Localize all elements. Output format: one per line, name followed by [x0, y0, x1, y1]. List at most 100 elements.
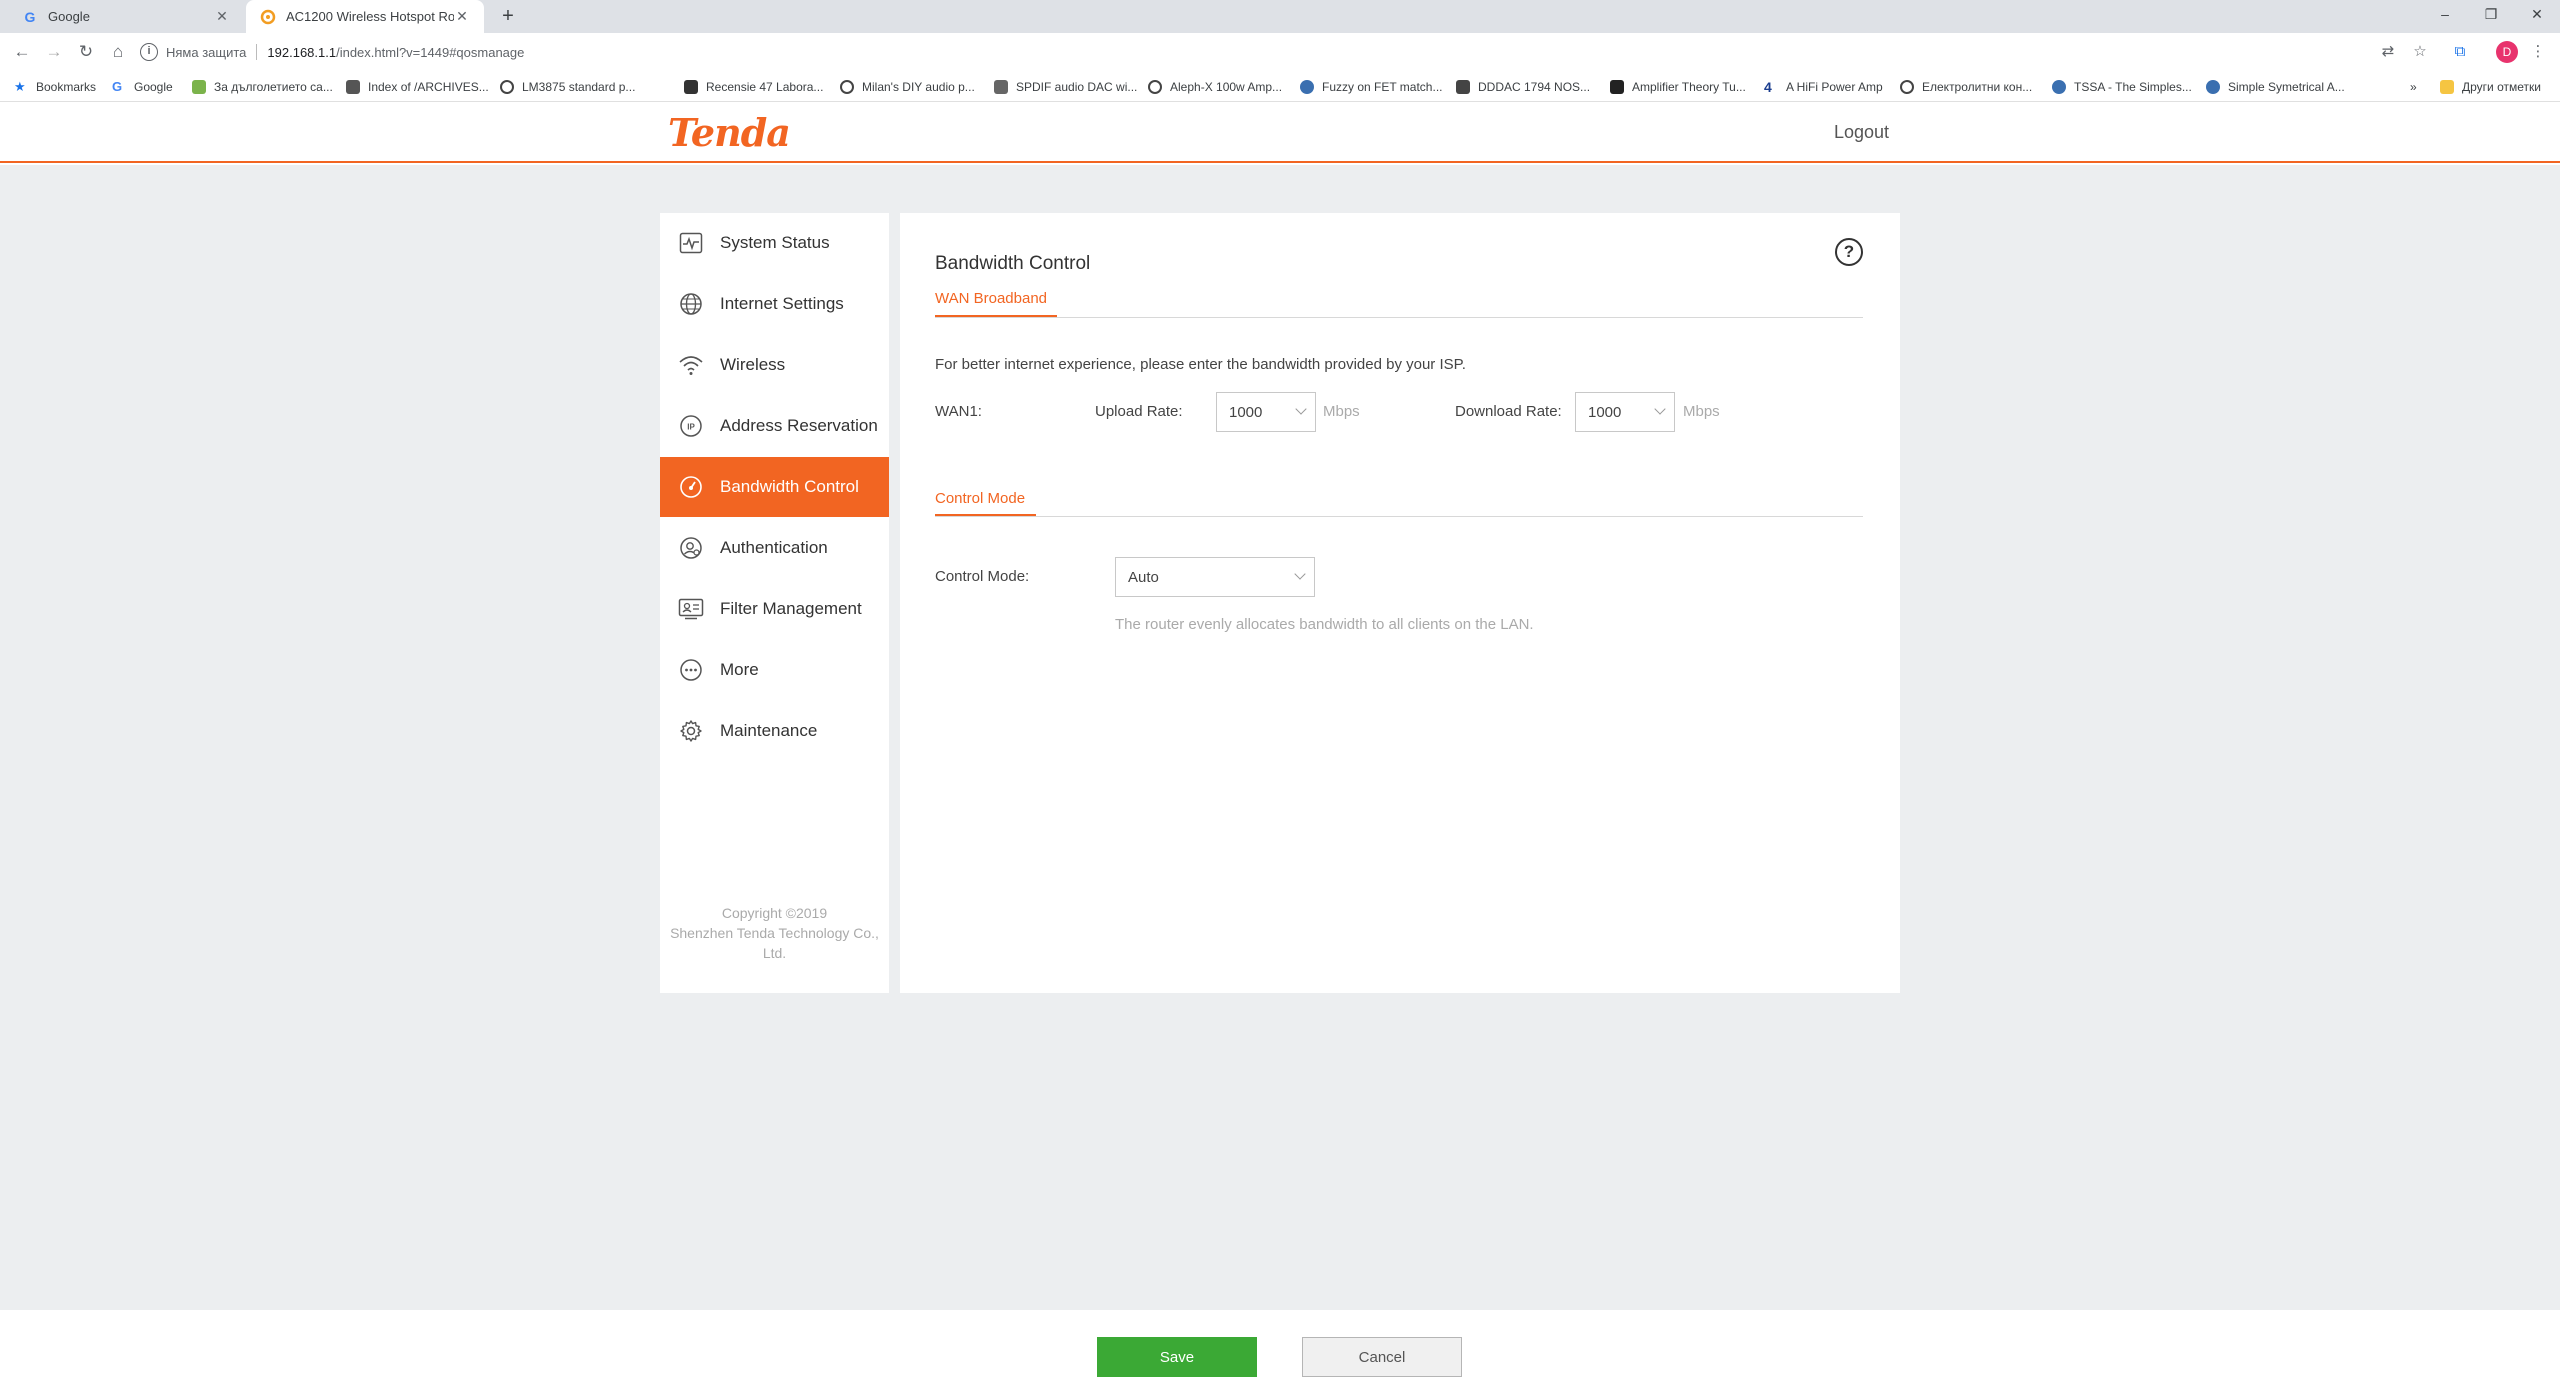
globe-icon	[678, 291, 704, 317]
tenda-logo: Tenda	[668, 110, 791, 155]
bookmark-favicon-icon	[1456, 80, 1470, 94]
sidebar-item-address-reservation[interactable]: IP Address Reservation	[660, 396, 889, 456]
bookmarks-overflow-icon[interactable]: »	[2410, 78, 2417, 96]
chevron-down-icon	[1295, 403, 1307, 415]
auth-icon	[678, 535, 704, 561]
divider	[256, 44, 258, 60]
url-path: /index.html?v=1449#qosmanage	[336, 44, 525, 60]
folder-icon	[2440, 80, 2454, 94]
bookmark-favicon-icon	[2206, 80, 2220, 94]
pulse-icon	[678, 230, 704, 256]
divider	[935, 516, 1863, 517]
tab-control-mode[interactable]: Control Mode	[935, 490, 1025, 507]
star-icon[interactable]: ☆	[2408, 40, 2432, 64]
download-rate-label: Download Rate:	[1455, 403, 1562, 420]
browser-tab-google[interactable]: G Google ✕	[8, 0, 244, 33]
bookmark-favicon-icon	[1610, 80, 1624, 94]
chevron-down-icon	[1654, 403, 1666, 415]
svg-text:IP: IP	[687, 423, 695, 432]
minimize-icon[interactable]: –	[2422, 0, 2468, 30]
bandwidth-description: For better internet experience, please e…	[935, 356, 1466, 373]
bookmark-item[interactable]: Fuzzy on FET match...	[1300, 78, 1442, 96]
bookmark-item[interactable]: G Google	[112, 78, 173, 96]
sidebar-item-bandwidth-control[interactable]: Bandwidth Control	[660, 457, 889, 517]
sidebar-item-authentication[interactable]: Authentication	[660, 518, 889, 578]
bookmark-item[interactable]: Milan's DIY audio p...	[840, 78, 975, 96]
info-icon[interactable]: i	[140, 43, 158, 61]
window-close-icon[interactable]: ✕	[2514, 0, 2560, 30]
bookmark-item[interactable]: SPDIF audio DAC wi...	[994, 78, 1137, 96]
sidebar-item-system-status[interactable]: System Status	[660, 213, 889, 273]
tab-wan-broadband[interactable]: WAN Broadband	[935, 290, 1047, 307]
upload-unit: Mbps	[1323, 403, 1360, 420]
upload-rate-select[interactable]: 1000	[1216, 392, 1316, 432]
bookmark-item[interactable]: TSSA - The Simples...	[2052, 78, 2192, 96]
other-bookmarks[interactable]: Други отметки	[2440, 78, 2541, 96]
close-icon[interactable]: ✕	[454, 8, 470, 25]
menu-kebab-icon[interactable]: ⋮	[2526, 40, 2550, 64]
gear-icon	[678, 718, 704, 744]
new-tab-icon[interactable]: +	[496, 6, 520, 28]
security-label: Няма защита	[166, 44, 247, 60]
sidebar-item-internet-settings[interactable]: Internet Settings	[660, 274, 889, 334]
wan-label: WAN1:	[935, 403, 982, 420]
more-icon	[678, 657, 704, 683]
logout-link[interactable]: Logout	[1834, 122, 1889, 143]
globe-icon	[840, 80, 854, 94]
address-bar[interactable]: i Няма защита 192.168.1.1/index.html?v=1…	[140, 37, 2400, 67]
close-icon[interactable]: ✕	[214, 8, 230, 25]
sidebar: System Status Internet Settings Wireless…	[660, 213, 889, 993]
globe-icon	[1900, 80, 1914, 94]
avatar[interactable]: D	[2496, 41, 2518, 63]
bookmark-item[interactable]: За дълголетието са...	[192, 78, 333, 96]
restore-icon[interactable]: ❐	[2468, 0, 2514, 30]
bookmark-item[interactable]: Recensie 47 Labora...	[684, 78, 823, 96]
bookmark-item[interactable]: LM3875 standard p...	[500, 78, 635, 96]
control-mode-select[interactable]: Auto	[1115, 557, 1315, 597]
home-icon[interactable]: ⌂	[106, 40, 130, 64]
save-button[interactable]: Save	[1097, 1337, 1257, 1377]
extension-icon[interactable]: ⧉	[2448, 40, 2472, 64]
bookmark-item[interactable]: DDDAC 1794 NOS...	[1456, 78, 1590, 96]
tab-title: Google	[48, 9, 90, 24]
control-mode-label: Control Mode:	[935, 568, 1030, 585]
google-icon: G	[24, 8, 36, 25]
bookmark-favicon-icon	[684, 80, 698, 94]
cancel-button[interactable]: Cancel	[1302, 1337, 1462, 1377]
bookmark-favicon-icon: 4	[1764, 79, 1772, 95]
bookmark-item[interactable]: ★ Bookmarks	[14, 78, 96, 96]
browser-tabstrip: G Google ✕ AC1200 Wireless Hotspot Route…	[0, 0, 2560, 33]
sidebar-item-filter-management[interactable]: Filter Management	[660, 579, 889, 639]
chevron-down-icon	[1294, 568, 1306, 580]
help-icon[interactable]: ?	[1835, 238, 1863, 266]
sidebar-item-wireless[interactable]: Wireless	[660, 335, 889, 395]
tab-underline	[935, 315, 1057, 317]
forward-icon[interactable]: →	[42, 40, 66, 64]
reload-icon[interactable]: ↻	[74, 40, 98, 64]
content-panel: Bandwidth Control ? WAN Broadband For be…	[900, 213, 1900, 993]
download-unit: Mbps	[1683, 403, 1720, 420]
bookmark-item[interactable]: 4A HiFi Power Amp	[1764, 78, 1883, 96]
browser-tab-router[interactable]: AC1200 Wireless Hotspot Router ✕	[246, 0, 484, 33]
bookmark-item[interactable]: Aleph-X 100w Amp...	[1148, 78, 1282, 96]
tab-underline	[935, 514, 1036, 516]
bookmark-item[interactable]: Amplifier Theory Tu...	[1610, 78, 1746, 96]
bookmark-favicon-icon	[994, 80, 1008, 94]
download-rate-select[interactable]: 1000	[1575, 392, 1675, 432]
ip-icon: IP	[678, 413, 704, 439]
bookmark-favicon-icon	[1300, 80, 1314, 94]
bookmark-favicon-icon	[2052, 80, 2066, 94]
bookmark-item[interactable]: Index of /ARCHIVES...	[346, 78, 489, 96]
upload-rate-label: Upload Rate:	[1095, 403, 1183, 420]
translate-icon[interactable]: ⇄	[2376, 40, 2400, 64]
bookmark-item[interactable]: Електролитни кон...	[1900, 78, 2032, 96]
tab-title: AC1200 Wireless Hotspot Router	[286, 9, 454, 24]
bookmark-item[interactable]: Simple Symetrical A...	[2206, 78, 2345, 96]
divider	[935, 317, 1863, 318]
sidebar-item-more[interactable]: More	[660, 640, 889, 700]
back-icon[interactable]: ←	[10, 40, 34, 64]
router-header	[0, 103, 2560, 163]
page-title: Bandwidth Control	[935, 253, 1091, 274]
google-icon: G	[112, 79, 123, 94]
sidebar-item-maintenance[interactable]: Maintenance	[660, 701, 889, 761]
